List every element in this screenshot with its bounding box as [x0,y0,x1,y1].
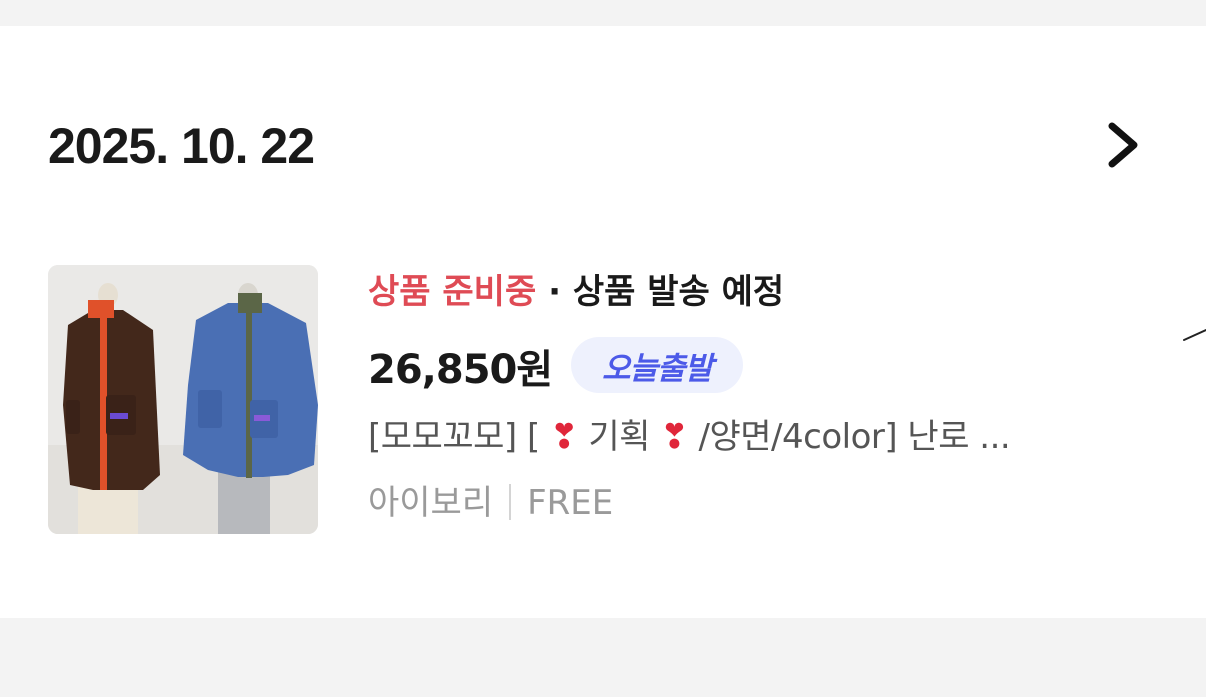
product-price: 26,850원 [368,347,553,393]
title-prefix: [모모꼬모] [ [368,417,551,457]
status-separator: · [536,272,573,312]
title-mid: 기획 [578,417,661,457]
product-options: 아이보리 FREE [368,480,613,526]
option-divider [509,483,512,520]
option-color: 아이보리 [368,483,494,523]
stray-stroke [1180,322,1206,346]
heart-exclamation-icon: ❣ [660,417,689,457]
option-size: FREE [527,483,614,523]
status-shipping: 상품 발송 예정 [572,272,785,312]
order-date: 2025. 10. 22 [48,118,315,174]
product-thumbnail[interactable] [48,265,318,534]
heart-exclamation-icon: ❣ [550,417,579,457]
title-suffix: /양면/4color] 난로 ... [688,417,1011,457]
same-day-shipping-badge: 오늘출발 [571,337,743,393]
status-preparing: 상품 준비중 [368,272,537,312]
order-status: 상품 준비중 · 상품 발송 예정 [368,270,784,314]
product-title[interactable]: [모모꼬모] [ ❣ 기획 ❣ /양면/4color] 난로 ... [368,414,1088,460]
chevron-right-icon[interactable] [1098,116,1150,174]
